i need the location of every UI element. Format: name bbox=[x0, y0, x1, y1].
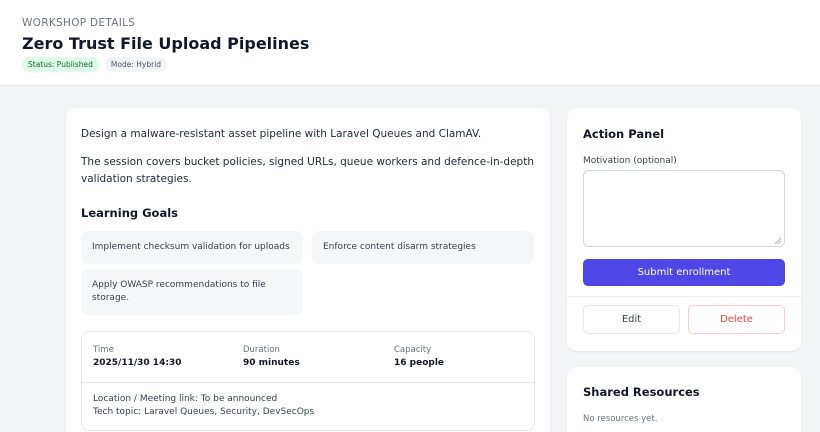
time-value: 2025/11/30 14:30 bbox=[93, 358, 182, 368]
submit-enrollment-button[interactable]: Submit enrollment bbox=[583, 259, 785, 286]
motivation-label: Motivation (optional) bbox=[583, 156, 677, 166]
session-meta-box: Time 2025/11/30 14:30 Duration 90 minute… bbox=[81, 331, 535, 431]
motivation-textarea[interactable] bbox=[583, 170, 785, 247]
shared-resources-empty: No resources yet. bbox=[583, 414, 658, 424]
description-summary: Design a malware-resistant asset pipelin… bbox=[81, 128, 482, 140]
meta-divider bbox=[82, 382, 534, 383]
location-text: Location / Meeting link: To be announced bbox=[93, 394, 278, 404]
section-eyebrow: WORKSHOP DETAILS bbox=[22, 17, 136, 29]
description-details: The session covers bucket policies, sign… bbox=[81, 156, 534, 185]
tech-topic-text: Tech topic: Laravel Queues, Security, De… bbox=[93, 407, 315, 417]
page-title: Zero Trust File Upload Pipelines bbox=[22, 34, 310, 53]
capacity-value: 16 people bbox=[394, 358, 445, 368]
shared-resources-title: Shared Resources bbox=[583, 385, 700, 399]
learning-goal-item: Enforce content disarm strategies bbox=[312, 231, 534, 264]
duration-value: 90 minutes bbox=[243, 358, 300, 368]
action-panel-title: Action Panel bbox=[583, 127, 665, 141]
delete-button[interactable]: Delete bbox=[688, 305, 785, 334]
shared-resources-card: Shared Resources No resources yet. bbox=[567, 367, 801, 432]
action-panel-card: Action Panel Motivation (optional) Submi… bbox=[567, 108, 801, 351]
learning-goal-item: Implement checksum validation for upload… bbox=[81, 231, 303, 264]
resize-handle-icon[interactable] bbox=[775, 238, 781, 244]
capacity-label: Capacity bbox=[394, 345, 432, 355]
learning-goal-item: Apply OWASP recommendations to file stor… bbox=[81, 269, 303, 315]
workshop-details-card: Design a malware-resistant asset pipelin… bbox=[66, 108, 550, 432]
edit-button[interactable]: Edit bbox=[583, 305, 680, 334]
button-divider bbox=[567, 296, 801, 297]
badge-row: Status: Published Mode: Hybrid bbox=[22, 57, 168, 72]
duration-label: Duration bbox=[243, 345, 280, 355]
time-label: Time bbox=[93, 345, 114, 355]
learning-goals-heading: Learning Goals bbox=[81, 206, 178, 220]
mode-badge: Mode: Hybrid bbox=[104, 57, 168, 72]
page-header: WORKSHOP DETAILS Zero Trust File Upload … bbox=[0, 0, 820, 86]
status-badge: Status: Published bbox=[22, 57, 99, 72]
